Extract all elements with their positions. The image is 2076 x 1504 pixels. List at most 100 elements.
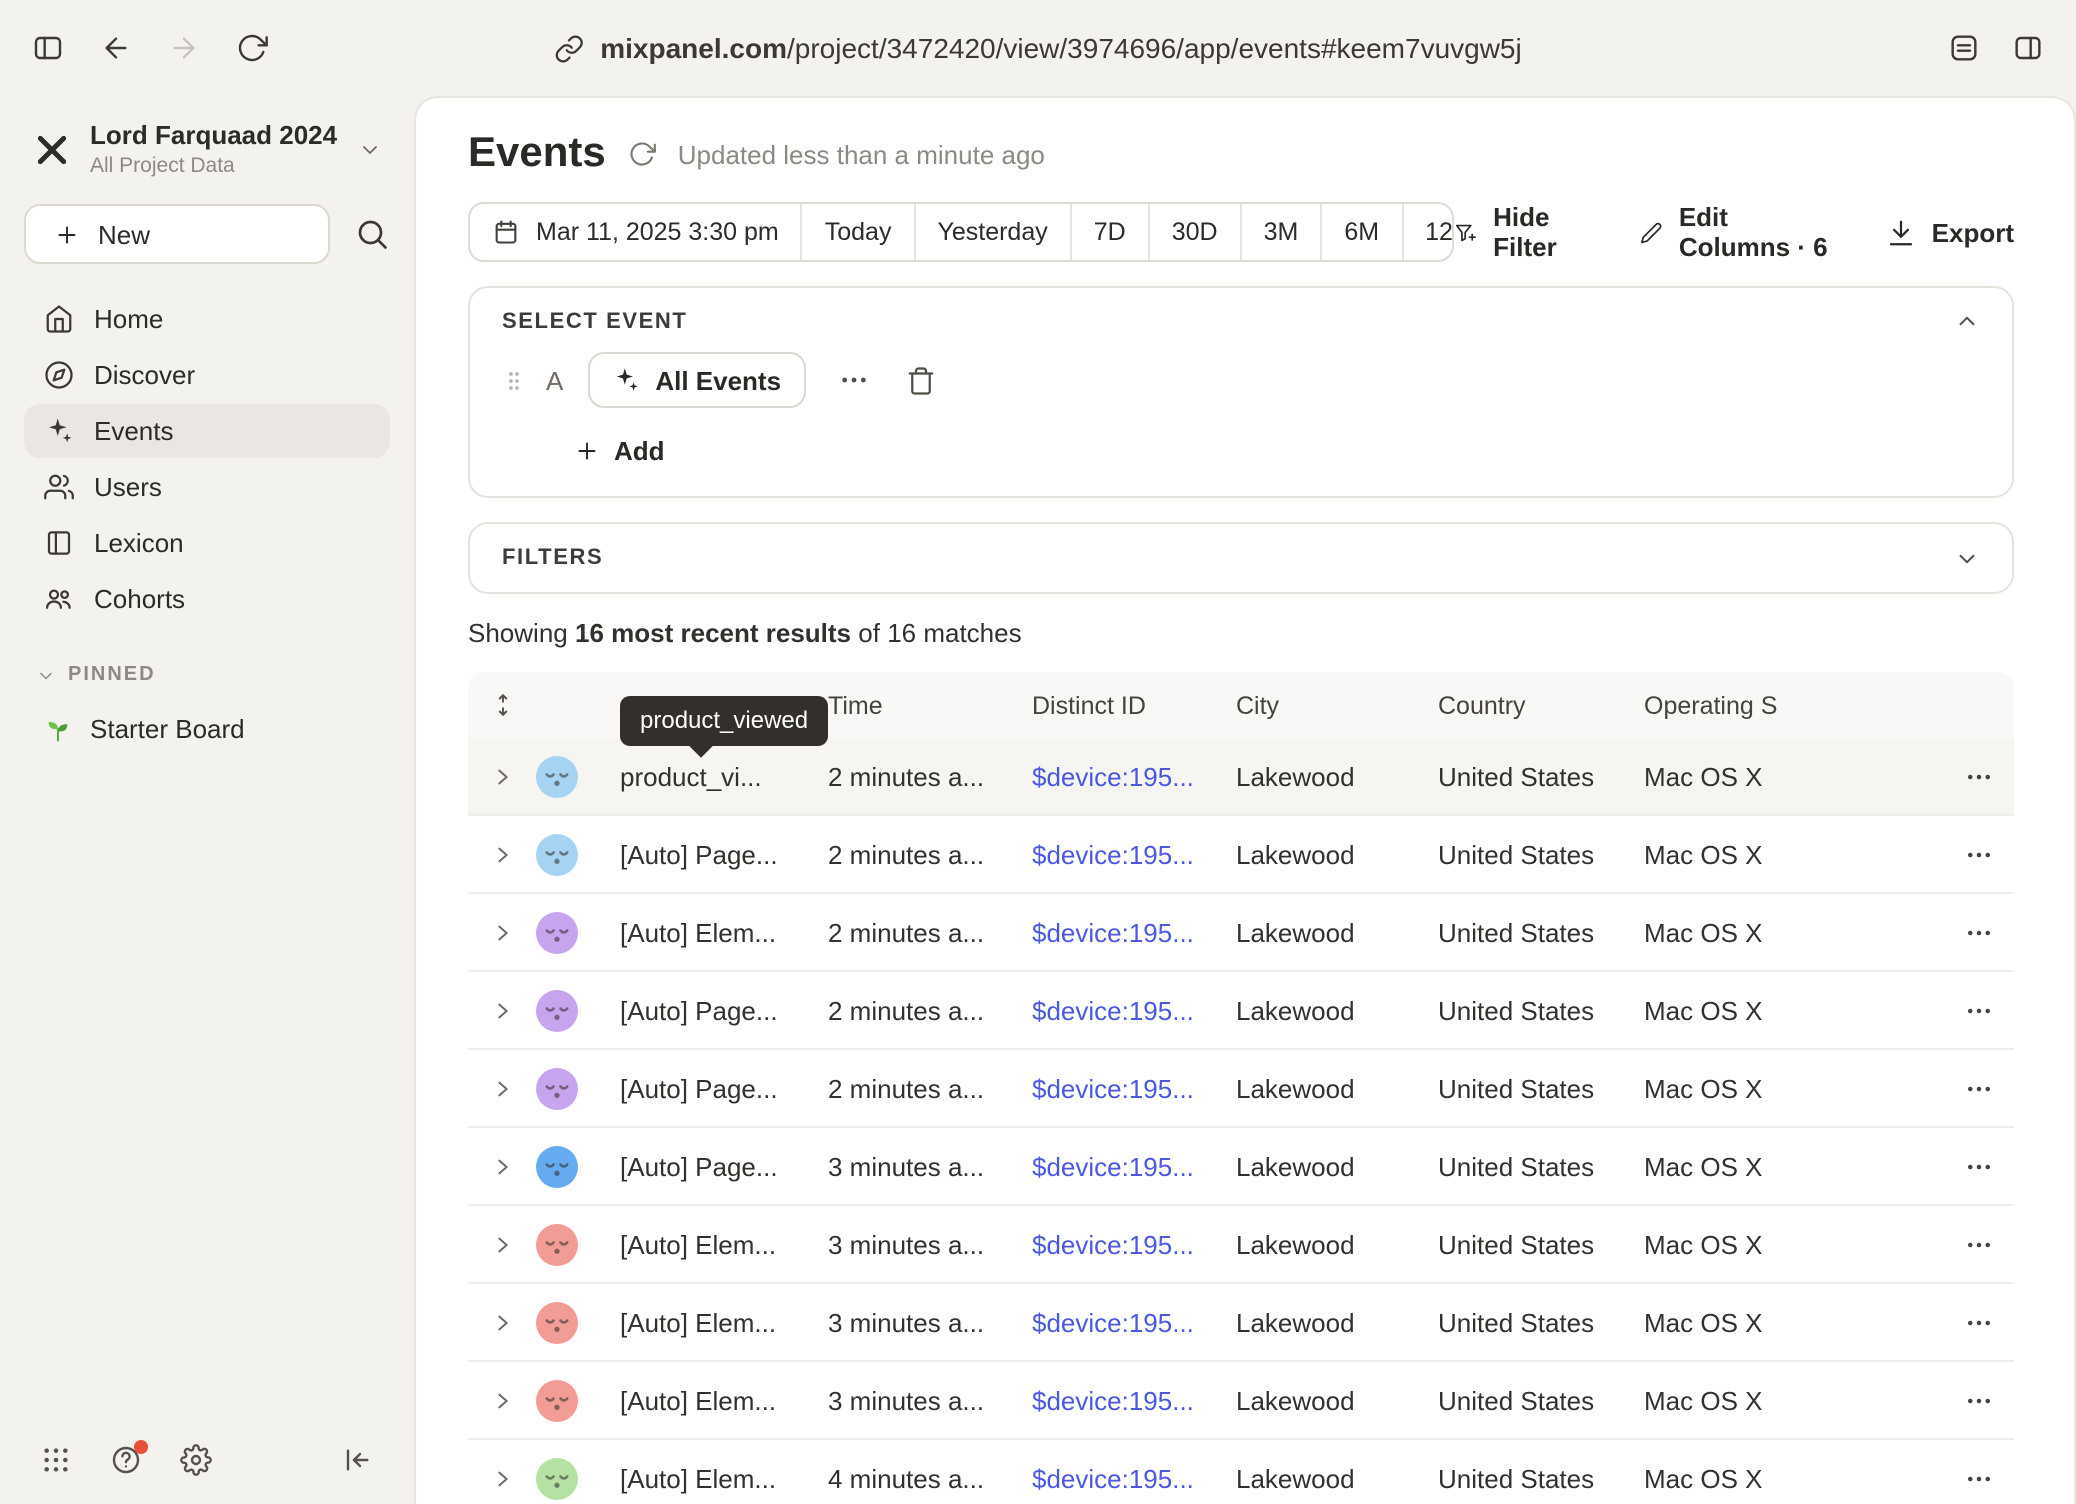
- distinct-id-link[interactable]: $device:195...: [1032, 1385, 1236, 1415]
- split-view-button[interactable]: [2012, 32, 2044, 64]
- expand-filters-button[interactable]: [1954, 545, 1980, 571]
- range-6m[interactable]: 6M: [1322, 204, 1403, 260]
- table-row[interactable]: [Auto] Elem... 3 minutes a... $device:19…: [468, 1206, 2014, 1284]
- row-actions-button[interactable]: [1864, 1307, 2014, 1337]
- column-header-os[interactable]: Operating S: [1644, 691, 1864, 719]
- row-actions-button[interactable]: [1864, 1385, 2014, 1415]
- date-picker-button[interactable]: Mar 11, 2025 3:30 pm: [470, 204, 803, 260]
- sidebar-item-events[interactable]: Events: [24, 404, 390, 458]
- row-actions-button[interactable]: [1864, 1463, 2014, 1493]
- event-name[interactable]: [Auto] Elem...: [620, 1385, 828, 1415]
- distinct-id-link[interactable]: $device:195...: [1032, 839, 1236, 869]
- row-actions-button[interactable]: [1864, 1073, 2014, 1103]
- distinct-id-link[interactable]: $device:195...: [1032, 1073, 1236, 1103]
- export-button[interactable]: Export: [1886, 217, 2014, 247]
- row-expand-button[interactable]: [468, 1233, 536, 1255]
- row-actions-button[interactable]: [1864, 839, 2014, 869]
- range-yesterday[interactable]: Yesterday: [915, 204, 1071, 260]
- settings-button[interactable]: [180, 1444, 212, 1476]
- back-button[interactable]: [100, 32, 132, 64]
- row-expand-button[interactable]: [468, 1155, 536, 1177]
- event-name[interactable]: [Auto] Elem...: [620, 1307, 828, 1337]
- sidebar-item-home[interactable]: Home: [24, 292, 390, 346]
- avatar: [536, 1379, 578, 1421]
- row-actions-button[interactable]: [1864, 917, 2014, 947]
- event-name[interactable]: [Auto] Page...: [620, 1151, 828, 1181]
- collapse-sidebar-button[interactable]: [342, 1444, 374, 1476]
- row-actions-button[interactable]: [1864, 995, 2014, 1025]
- search-button[interactable]: [354, 216, 390, 252]
- delete-event-button[interactable]: [905, 365, 935, 395]
- table-row[interactable]: [Auto] Elem... 4 minutes a... $device:19…: [468, 1440, 2014, 1504]
- collapse-card-button[interactable]: [1954, 308, 1980, 334]
- table-row[interactable]: [Auto] Elem... 3 minutes a... $device:19…: [468, 1362, 2014, 1440]
- distinct-id-link[interactable]: $device:195...: [1032, 761, 1236, 791]
- range-12m[interactable]: 12M: [1403, 204, 1455, 260]
- range-30d[interactable]: 30D: [1150, 204, 1242, 260]
- range-7d[interactable]: 7D: [1072, 204, 1150, 260]
- row-expand-button[interactable]: [468, 1077, 536, 1099]
- sidebar-item-lexicon[interactable]: Lexicon: [24, 516, 390, 570]
- row-expand-button[interactable]: [468, 843, 536, 865]
- range-today[interactable]: Today: [803, 204, 916, 260]
- row-expand-button[interactable]: [468, 1389, 536, 1411]
- edit-columns-button[interactable]: Edit Columns · 6: [1640, 202, 1834, 262]
- table-row[interactable]: [Auto] Elem... 3 minutes a... $device:19…: [468, 1284, 2014, 1362]
- distinct-id-link[interactable]: $device:195...: [1032, 1463, 1236, 1493]
- event-name[interactable]: [Auto] Page...: [620, 1073, 828, 1103]
- table-row[interactable]: [Auto] Page... 2 minutes a... $device:19…: [468, 816, 2014, 894]
- table-row[interactable]: [Auto] Elem... 2 minutes a... $device:19…: [468, 894, 2014, 972]
- event-name[interactable]: [Auto] Elem...: [620, 1463, 828, 1493]
- row-actions-button[interactable]: [1864, 1229, 2014, 1259]
- row-actions-button[interactable]: [1864, 761, 2014, 791]
- range-3m[interactable]: 3M: [1242, 204, 1323, 260]
- browser-controls-button[interactable]: [1948, 32, 1980, 64]
- event-row-more-button[interactable]: [837, 364, 869, 396]
- column-header-distinct-id[interactable]: Distinct ID: [1032, 691, 1236, 719]
- event-name[interactable]: [Auto] Elem...: [620, 1229, 828, 1259]
- distinct-id-link[interactable]: $device:195...: [1032, 1151, 1236, 1181]
- apps-grid-button[interactable]: [40, 1444, 72, 1476]
- add-event-button[interactable]: Add: [574, 428, 2012, 472]
- pinned-section-header[interactable]: PINNED: [24, 664, 390, 686]
- event-name[interactable]: [Auto] Page...: [620, 995, 828, 1025]
- sidebar-item-users[interactable]: Users: [24, 460, 390, 514]
- table-row[interactable]: [Auto] Page... 2 minutes a... $device:19…: [468, 972, 2014, 1050]
- refresh-button[interactable]: [628, 140, 656, 168]
- help-button[interactable]: [110, 1444, 142, 1476]
- face-icon: [536, 1379, 578, 1421]
- row-expand-button[interactable]: [468, 765, 536, 787]
- column-header-time[interactable]: Time: [828, 691, 1032, 719]
- event-name[interactable]: [Auto] Page...: [620, 839, 828, 869]
- chevron-up-icon: [1954, 308, 1980, 334]
- distinct-id-link[interactable]: $device:195...: [1032, 995, 1236, 1025]
- address-bar[interactable]: mixpanel.com/project/3472420/view/397469…: [554, 32, 1522, 64]
- event-name[interactable]: [Auto] Elem...: [620, 917, 828, 947]
- reload-button[interactable]: [236, 32, 268, 64]
- distinct-id-link[interactable]: $device:195...: [1032, 1307, 1236, 1337]
- row-actions-button[interactable]: [1864, 1151, 2014, 1181]
- sidebar-item-discover[interactable]: Discover: [24, 348, 390, 402]
- hide-filter-button[interactable]: Hide Filter: [1455, 202, 1588, 262]
- table-row[interactable]: [Auto] Page... 3 minutes a... $device:19…: [468, 1128, 2014, 1206]
- row-expand-button[interactable]: [468, 1467, 536, 1489]
- table-row[interactable]: [Auto] Page... 2 minutes a... $device:19…: [468, 1050, 2014, 1128]
- sidebar-item-starter-board[interactable]: Starter Board: [24, 714, 390, 744]
- city-value: Lakewood: [1236, 917, 1438, 947]
- row-expand-button[interactable]: [468, 999, 536, 1021]
- column-header-country[interactable]: Country: [1438, 691, 1644, 719]
- browser-sidebar-toggle-button[interactable]: [32, 32, 64, 64]
- new-button[interactable]: New: [24, 204, 330, 264]
- distinct-id-link[interactable]: $device:195...: [1032, 1229, 1236, 1259]
- forward-button[interactable]: [168, 32, 200, 64]
- column-header-city[interactable]: City: [1236, 691, 1438, 719]
- sidebar-item-cohorts[interactable]: Cohorts: [24, 572, 390, 626]
- row-expand-button[interactable]: [468, 1311, 536, 1333]
- collapse-all-rows-button[interactable]: [468, 692, 536, 718]
- row-expand-button[interactable]: [468, 921, 536, 943]
- project-switcher[interactable]: Lord Farquaad 2024 All Project Data: [24, 112, 390, 188]
- drag-handle[interactable]: [502, 365, 526, 395]
- event-selector-button[interactable]: All Events: [587, 352, 805, 408]
- distinct-id-link[interactable]: $device:195...: [1032, 917, 1236, 947]
- event-name[interactable]: product_vi...: [620, 761, 828, 791]
